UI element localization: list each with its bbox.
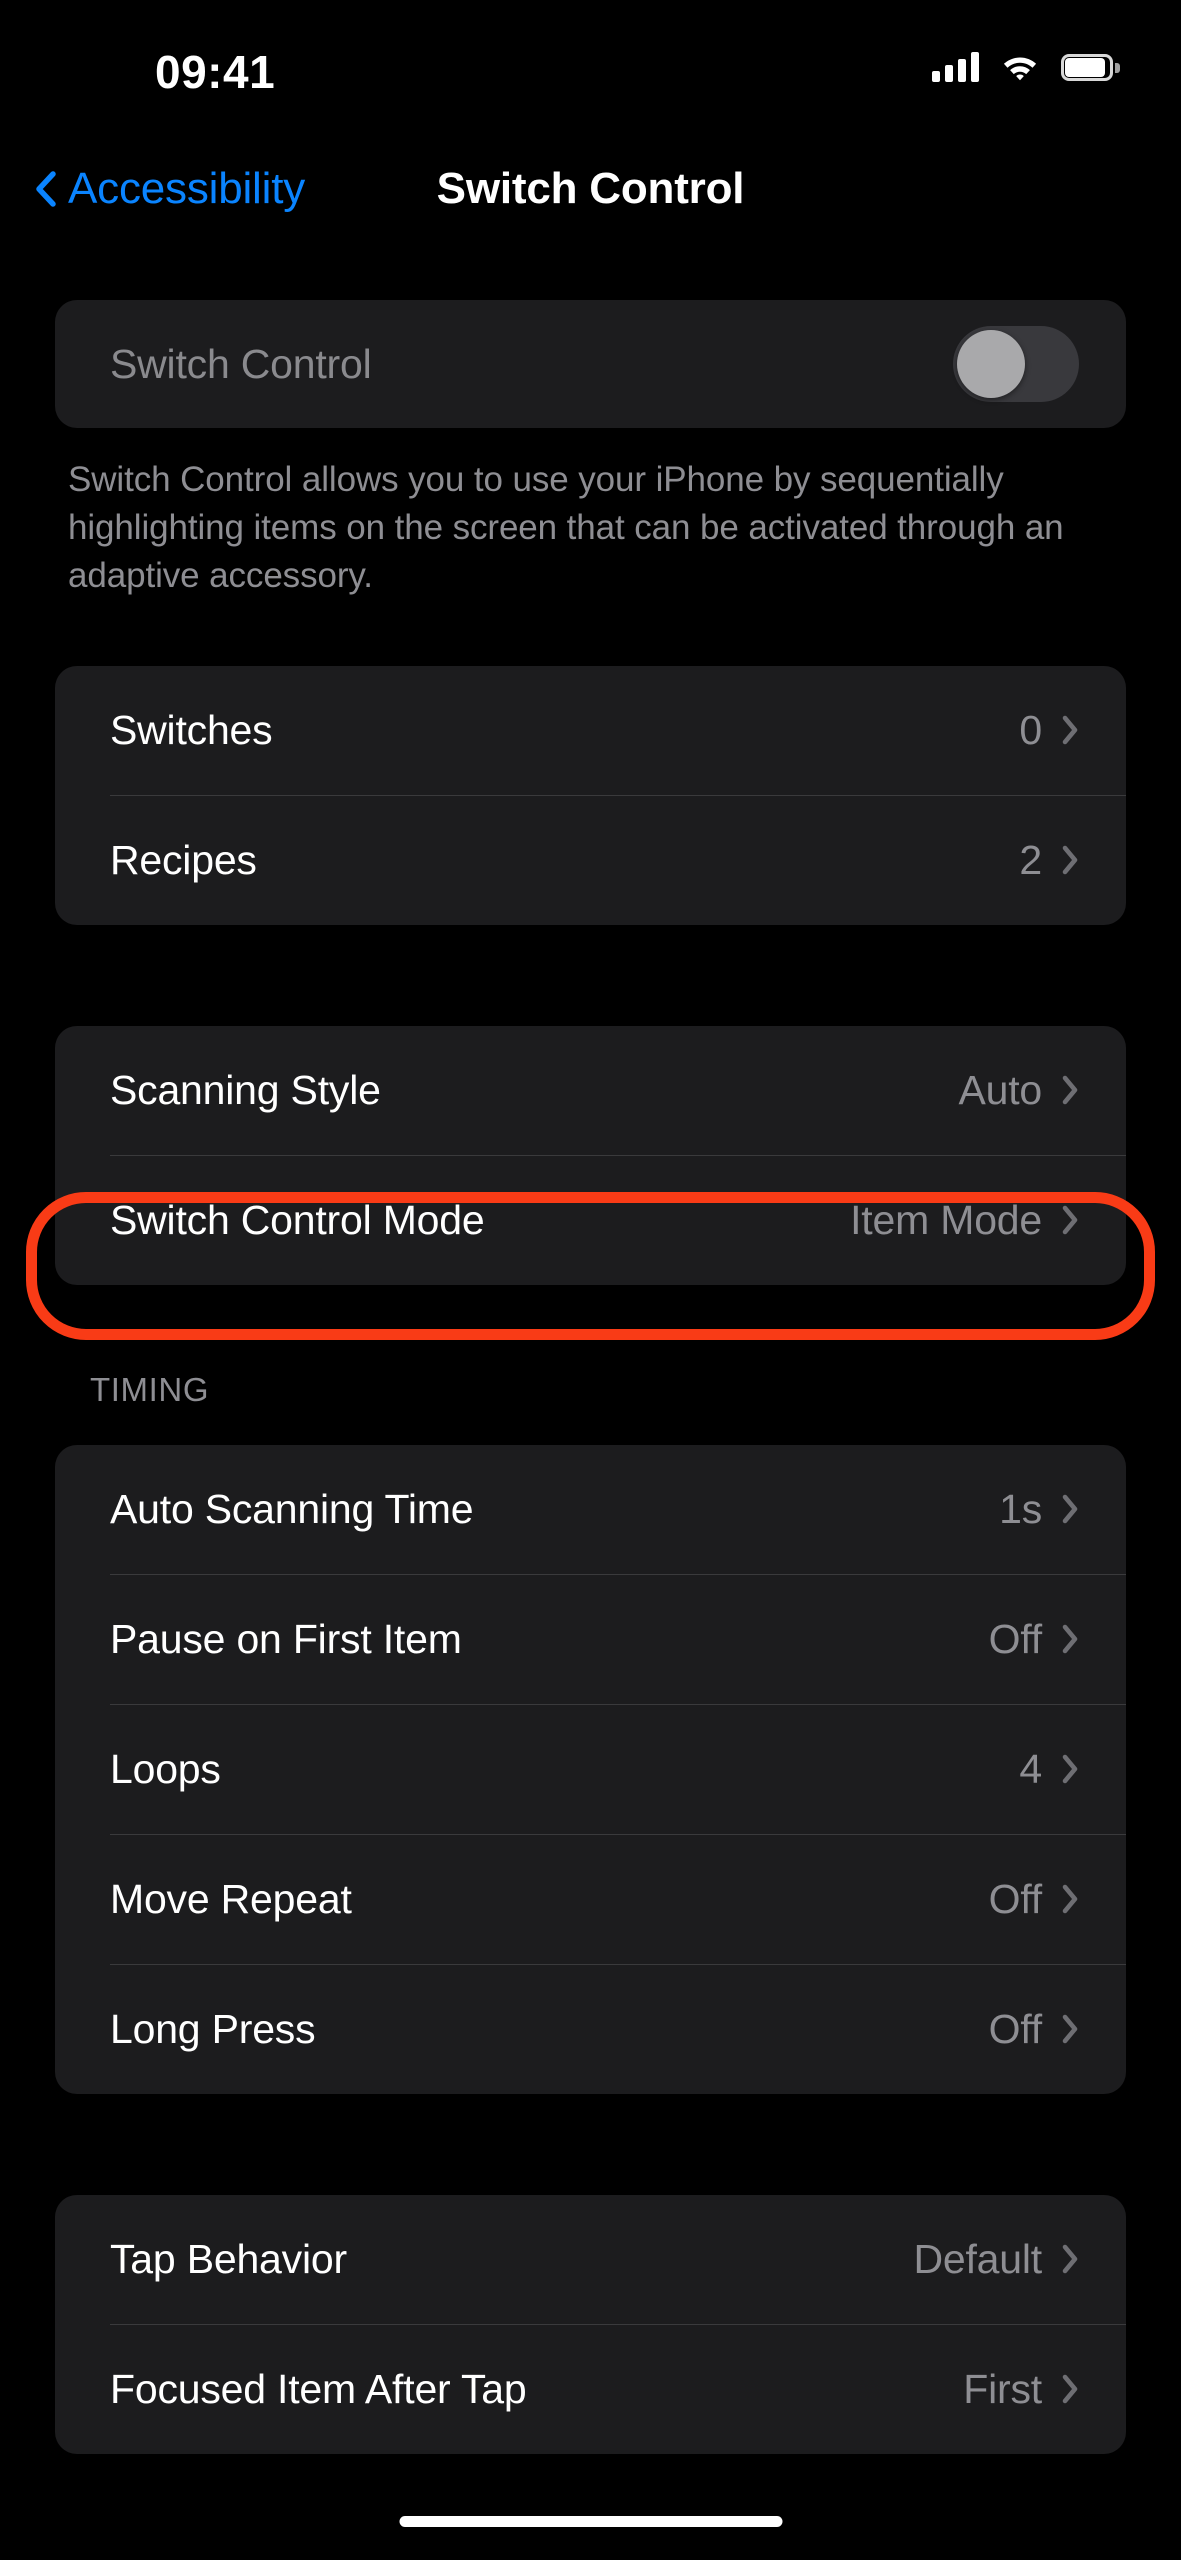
row-auto-scanning-time[interactable]: Auto Scanning Time 1s	[55, 1445, 1126, 1574]
toggle-knob	[957, 330, 1025, 398]
row-title: Focused Item After Tap	[110, 2365, 527, 2412]
cellular-signal-icon	[932, 52, 979, 82]
row-recipes[interactable]: Recipes 2	[55, 796, 1126, 925]
chevron-right-icon	[1062, 845, 1079, 875]
chevron-right-icon	[1062, 2244, 1079, 2274]
tap-behavior-card: Tap Behavior Default Focused Item After …	[55, 2194, 1126, 2454]
row-value: 2	[1019, 836, 1042, 883]
chevron-right-icon	[1062, 1624, 1079, 1654]
status-bar-icons	[932, 52, 1120, 82]
wifi-icon	[1001, 52, 1039, 82]
timing-card: Auto Scanning Time 1s Pause on First Ite…	[55, 1444, 1126, 2094]
row-long-press[interactable]: Long Press Off	[55, 1965, 1126, 2094]
row-value: Auto	[958, 1066, 1042, 1113]
navigation-bar: Accessibility Switch Control	[0, 150, 1181, 260]
status-bar-time: 09:41	[155, 46, 276, 98]
row-title: Move Repeat	[110, 1875, 352, 1922]
status-bar: 09:41	[0, 0, 1181, 120]
row-title: Tap Behavior	[110, 2235, 347, 2282]
settings-content: Switch Control Switch Control allows you…	[0, 300, 1181, 2454]
chevron-left-icon	[34, 170, 56, 208]
chevron-right-icon	[1062, 2014, 1079, 2044]
row-title: Switches	[110, 706, 273, 753]
chevron-right-icon	[1062, 1754, 1079, 1784]
switch-control-toggle-row[interactable]: Switch Control	[55, 300, 1126, 428]
battery-full-icon	[1061, 53, 1120, 81]
row-scanning-style[interactable]: Scanning Style Auto	[55, 1026, 1126, 1155]
row-tap-behavior[interactable]: Tap Behavior Default	[55, 2195, 1126, 2324]
row-value: 0	[1019, 706, 1042, 753]
row-value: First	[963, 2365, 1042, 2412]
row-move-repeat[interactable]: Move Repeat Off	[55, 1835, 1126, 1964]
row-value: Item Mode	[850, 1196, 1042, 1243]
row-value: Off	[988, 1875, 1043, 1922]
chevron-right-icon	[1062, 2374, 1079, 2404]
row-focused-item-after-tap[interactable]: Focused Item After Tap First	[55, 2325, 1126, 2454]
scanning-mode-card: Scanning Style Auto Switch Control Mode …	[55, 1025, 1126, 1285]
row-title: Long Press	[110, 2005, 316, 2052]
row-title: Scanning Style	[110, 1066, 381, 1113]
switch-control-toggle-label: Switch Control	[110, 340, 372, 387]
back-button[interactable]: Accessibility	[34, 164, 305, 214]
row-pause-on-first-item[interactable]: Pause on First Item Off	[55, 1575, 1126, 1704]
row-switches[interactable]: Switches 0	[55, 666, 1126, 795]
iphone-screen: 09:41 Accessibility Switch Control Switc…	[0, 0, 1181, 2560]
chevron-right-icon	[1062, 1075, 1079, 1105]
row-title: Auto Scanning Time	[110, 1485, 474, 1532]
switch-control-description: Switch Control allows you to use your iP…	[68, 460, 1064, 595]
switch-control-toggle[interactable]	[953, 326, 1079, 402]
section-header-timing: TIMING	[90, 1370, 210, 1408]
row-value: 4	[1019, 1745, 1042, 1792]
row-title: Switch Control Mode	[110, 1196, 485, 1243]
row-value: Off	[988, 2005, 1043, 2052]
back-button-label: Accessibility	[68, 164, 306, 213]
row-title: Pause on First Item	[110, 1615, 462, 1662]
chevron-right-icon	[1062, 1494, 1079, 1524]
switch-control-toggle-card: Switch Control	[55, 300, 1126, 428]
row-value: Off	[988, 1615, 1043, 1662]
chevron-right-icon	[1062, 1884, 1079, 1914]
chevron-right-icon	[1062, 1205, 1079, 1235]
chevron-right-icon	[1062, 715, 1079, 745]
home-indicator[interactable]	[399, 2516, 782, 2527]
row-title: Recipes	[110, 836, 257, 883]
row-title: Loops	[110, 1745, 221, 1792]
row-value: Default	[913, 2235, 1042, 2282]
row-switch-control-mode[interactable]: Switch Control Mode Item Mode	[55, 1156, 1126, 1285]
switches-recipes-card: Switches 0 Recipes 2	[55, 665, 1126, 925]
row-value: 1s	[999, 1485, 1042, 1532]
row-loops[interactable]: Loops 4	[55, 1705, 1126, 1834]
